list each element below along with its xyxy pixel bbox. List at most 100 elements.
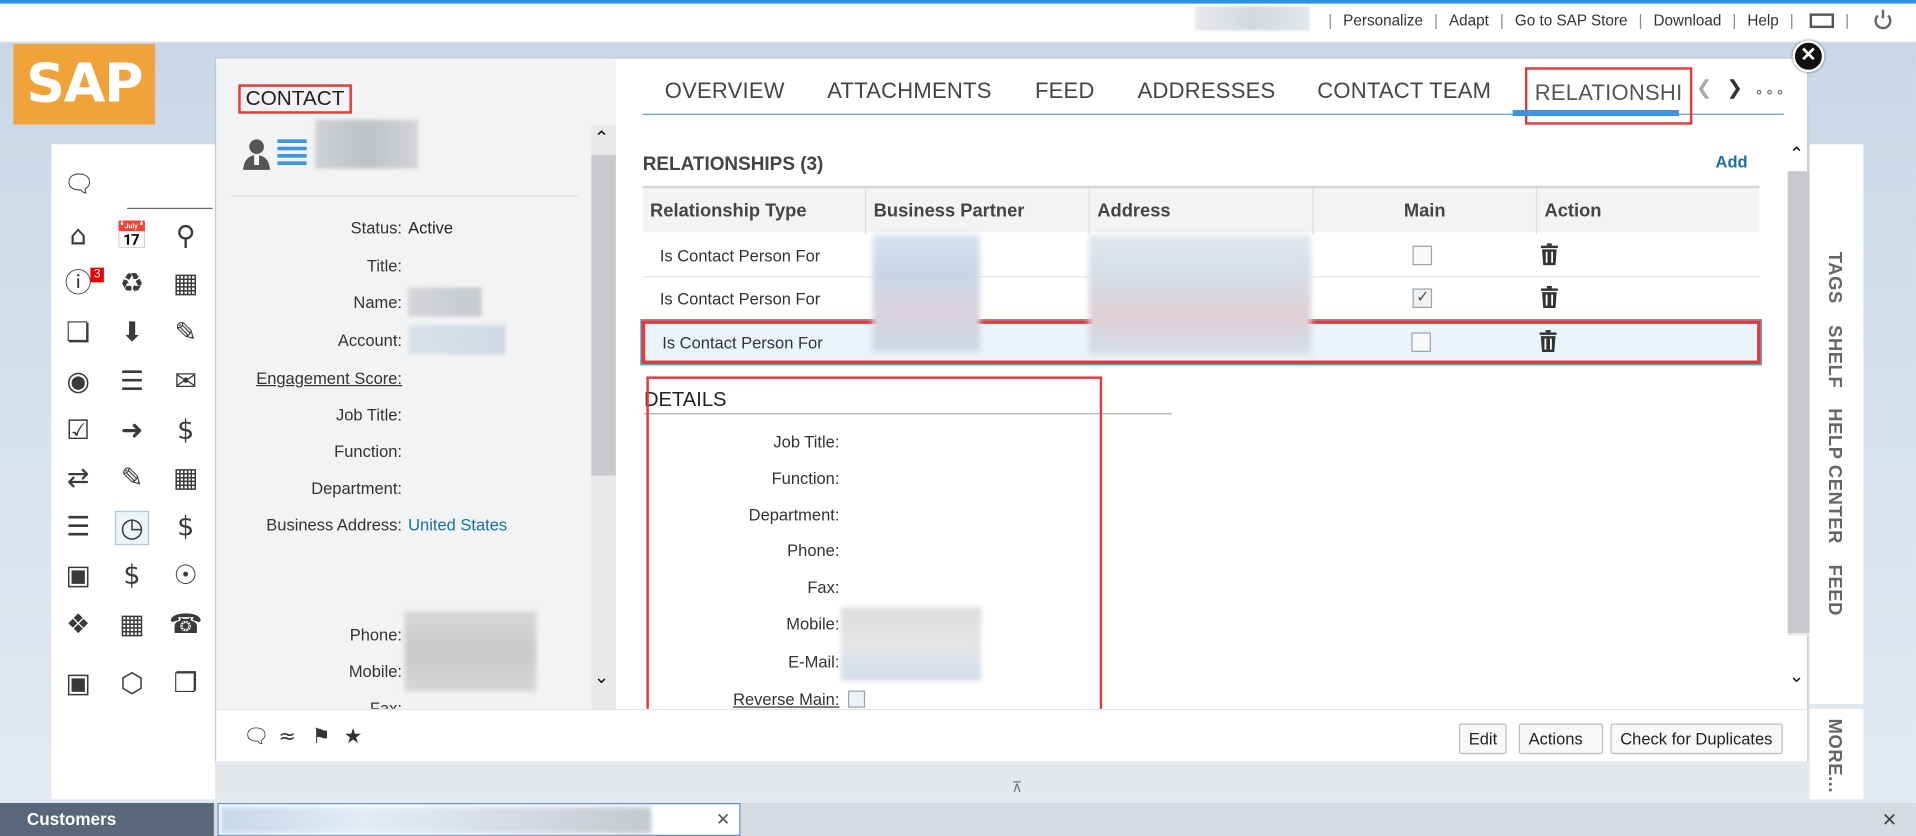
list-icon[interactable]: ☰ [61, 511, 95, 545]
calendar-small-icon[interactable]: ▦ [115, 609, 149, 643]
edit-chart-icon[interactable]: ✎ [115, 462, 149, 496]
list-view-icon[interactable] [277, 137, 307, 169]
map-pin-icon[interactable]: ❖ [61, 609, 95, 643]
right-scroll-thumb[interactable] [1787, 171, 1810, 634]
products-icon[interactable]: ❏ [61, 317, 95, 351]
tab-addresses[interactable]: ADDRESSES [1138, 78, 1276, 104]
home-icon[interactable]: ⌂ [61, 220, 95, 254]
tab-overview[interactable]: OVERVIEW [665, 78, 785, 104]
engagement-score-link[interactable]: Engagement Score: [256, 369, 402, 387]
customers-task[interactable]: Customers [0, 802, 214, 836]
scroll-up-arrow-icon[interactable]: ⌃ [1789, 143, 1804, 165]
delete-trash-icon[interactable] [1540, 285, 1558, 308]
col-address[interactable]: Address [1090, 188, 1314, 235]
more-tab[interactable]: MORE... [1824, 719, 1845, 794]
col-main[interactable]: Main [1314, 188, 1538, 235]
relationships-title: RELATIONSHIPS (3) [642, 153, 824, 175]
download-circle-icon[interactable]: ⬇ [115, 317, 149, 351]
clipboard-icon[interactable]: ▣ [61, 667, 95, 701]
contact-photo-redacted [315, 119, 418, 169]
main-checkbox[interactable] [1411, 332, 1431, 352]
feed-tab[interactable]: FEED [1824, 565, 1845, 616]
delete-trash-icon[interactable] [1539, 329, 1557, 352]
search-icon[interactable]: ⚲ [169, 220, 203, 254]
tab-scroll-right-icon[interactable]: ❯ [1727, 76, 1743, 100]
email-icon[interactable]: ✉ [169, 365, 203, 399]
time-person-icon[interactable]: ◷ [114, 510, 150, 546]
delete-trash-icon[interactable] [1540, 243, 1558, 266]
function-row: Function: [334, 442, 403, 461]
scroll-down-arrow-icon[interactable]: ⌄ [594, 666, 609, 688]
tab-feed[interactable]: FEED [1035, 78, 1095, 104]
price-speech-icon[interactable]: $ [169, 511, 203, 545]
col-action[interactable]: Action [1537, 188, 1759, 234]
modal-footer: 🗨 ≈ ⚑ ★ Edit Actions Check for Duplicate… [216, 708, 1808, 762]
invoice-icon[interactable]: $ [115, 560, 149, 594]
add-relationship-link[interactable]: Add [1716, 153, 1748, 171]
tab-attachments[interactable]: ATTACHMENTS [827, 78, 991, 104]
close-all-icon[interactable]: ✕ [1882, 809, 1897, 831]
scroll-down-arrow-icon[interactable]: ⌄ [1789, 665, 1804, 687]
contact-summary-panel: CONTACT Status: Active Title: Name: Accou… [216, 58, 616, 709]
doc-search-icon[interactable]: ✎ [169, 317, 203, 351]
more-panel: MORE... [1809, 708, 1864, 800]
tab-contact-team[interactable]: CONTACT TEAM [1317, 78, 1491, 104]
actions-button[interactable]: Actions [1518, 723, 1604, 755]
tags-tab[interactable]: TAGS [1824, 252, 1845, 304]
chat-bubble-icon[interactable]: 🗨 [64, 169, 95, 200]
left-scroll-thumb[interactable] [591, 155, 616, 476]
main-checkbox[interactable] [1412, 245, 1433, 266]
help-link[interactable]: Help [1747, 12, 1778, 29]
close-modal-icon[interactable]: ✕ [1792, 40, 1825, 73]
flag-icon[interactable]: ⚑ [309, 725, 333, 749]
org-people-icon[interactable]: ♻ [115, 268, 149, 302]
account-redacted[interactable] [408, 325, 506, 355]
active-tab-indicator [1512, 109, 1679, 117]
address-redacted [1088, 234, 1312, 355]
hierarchy-icon[interactable]: ▦ [169, 268, 203, 302]
engagement-score-row: Engagement Score: [216, 369, 616, 393]
help-center-tab[interactable]: HELP CENTER [1824, 408, 1845, 544]
collapse-up-icon[interactable]: ⊼ [1012, 779, 1023, 796]
fullscreen-icon[interactable] [1809, 13, 1835, 29]
checklist-icon[interactable]: ☑ [61, 414, 95, 448]
main-checkbox-checked[interactable] [1412, 287, 1433, 308]
col-relationship-type[interactable]: Relationship Type [643, 188, 867, 235]
contacts-list-icon[interactable]: ☰ [115, 365, 149, 399]
left-scrollbar[interactable] [591, 124, 616, 709]
adapt-link[interactable]: Adapt [1449, 12, 1489, 29]
relationship-type-cell: Is Contact Person For [659, 246, 821, 266]
phone-icon[interactable]: ☎ [169, 609, 203, 643]
title-row: Title: [366, 256, 403, 275]
favorite-star-icon[interactable]: ★ [341, 725, 365, 749]
globe-icon[interactable]: ☉ [169, 560, 203, 594]
status-value: Active [408, 218, 454, 238]
money-circle-icon[interactable]: $ [169, 414, 203, 448]
lead-transfer-icon[interactable]: ⇄ [61, 462, 95, 496]
check-duplicates-button[interactable]: Check for Duplicates [1610, 723, 1783, 755]
comment-icon[interactable]: 🗨 [243, 725, 269, 749]
transfer-money-icon[interactable]: ➜ [115, 414, 149, 448]
status-row: Status: Active [350, 218, 454, 238]
right-scrollbar[interactable] [1787, 171, 1810, 636]
box-icon[interactable]: ⬡ [115, 667, 149, 701]
col-business-partner[interactable]: Business Partner [866, 188, 1090, 235]
download-link[interactable]: Download [1653, 12, 1721, 29]
close-task-icon[interactable]: ✕ [716, 809, 730, 830]
logout-power-icon[interactable] [1874, 9, 1892, 30]
document-icon[interactable]: ▣ [61, 560, 95, 594]
open-contact-task[interactable] [217, 802, 741, 836]
calendar-icon[interactable]: 📅 [115, 220, 149, 254]
account-circle-icon[interactable]: ◉ [61, 365, 95, 399]
tab-scroll-left-icon[interactable]: ❮ [1696, 76, 1712, 100]
schedule-grid-icon[interactable]: ▦ [169, 462, 203, 496]
documents-icon[interactable]: ❐ [169, 667, 203, 701]
edit-button[interactable]: Edit [1458, 723, 1507, 755]
sap-store-link[interactable]: Go to SAP Store [1515, 12, 1628, 29]
business-address-link[interactable]: United States [408, 516, 507, 534]
scroll-up-arrow-icon[interactable]: ⌃ [594, 127, 609, 149]
shelf-tab[interactable]: SHELF [1824, 325, 1845, 388]
personalize-link[interactable]: Personalize [1343, 12, 1423, 29]
rss-feed-icon[interactable]: ≈ [275, 725, 299, 749]
more-tabs-icon[interactable]: ∘∘∘ [1755, 83, 1786, 100]
